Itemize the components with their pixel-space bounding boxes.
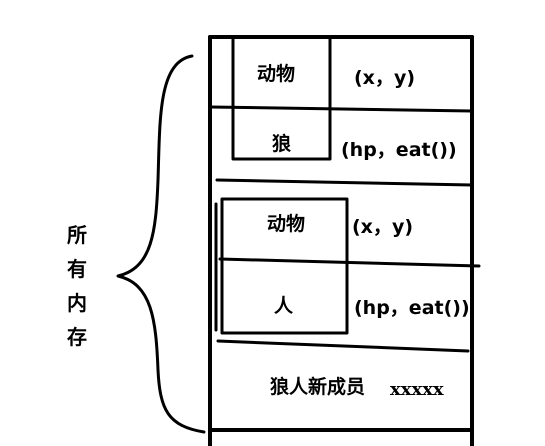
block2-parent-fields: (x，y)	[352, 216, 414, 238]
block2-child-label: 人	[274, 295, 294, 317]
side-char: 存	[67, 325, 87, 349]
side-char: 内	[67, 291, 87, 315]
block3-fields: xxxxx	[390, 379, 444, 400]
block1-bottom-rule	[215, 178, 474, 187]
block2-parent-label: 动物	[267, 213, 306, 235]
block1-child-fields: (hp，eat())	[341, 139, 457, 161]
block1-parent-label: 动物	[257, 63, 296, 85]
block3-label: 狼人新成员	[270, 376, 366, 398]
side-char: 所	[67, 223, 87, 247]
memory-brace	[116, 54, 206, 434]
block1-parent-fields: (x，y)	[354, 67, 416, 89]
block2-child-fields: (hp，eat())	[354, 297, 470, 319]
block1-child-label: 狼	[272, 133, 292, 155]
block1-divider	[208, 105, 474, 113]
block2-divider	[218, 257, 481, 268]
all-memory-label: 所 有 内 存	[64, 218, 90, 354]
block2-bottom-rule	[216, 339, 470, 353]
side-char: 有	[67, 257, 87, 281]
